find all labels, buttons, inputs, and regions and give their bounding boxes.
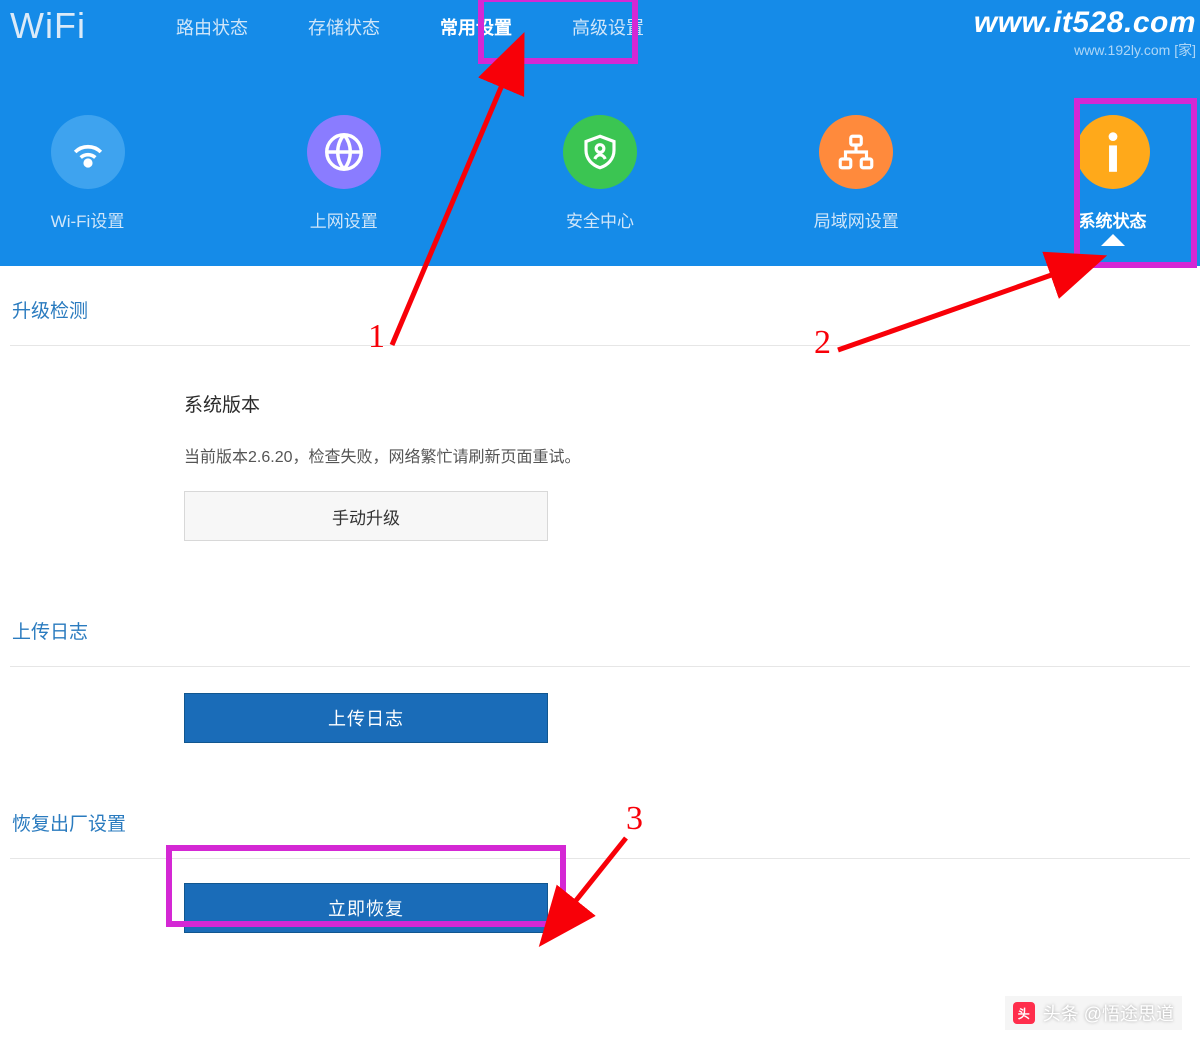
bottom-watermark: 头 头条 @悟途思道 <box>1005 996 1182 1030</box>
nav-common-settings[interactable]: 常用设置 <box>410 0 542 52</box>
info-icon <box>1076 115 1150 189</box>
section-title-upgrade: 升级检测 <box>10 266 1190 346</box>
brand-logo: WiFi <box>10 5 86 47</box>
annotation-number-3: 3 <box>626 800 643 838</box>
annotation-number-1: 1 <box>368 318 385 356</box>
header: WiFi 路由状态 存储状态 常用设置 高级设置 www.it528.com w… <box>0 0 1200 266</box>
globe-icon <box>307 115 381 189</box>
nav-storage-status[interactable]: 存储状态 <box>278 0 410 52</box>
section-body-factory: 立即恢复 <box>10 859 1190 933</box>
nav-router-status[interactable]: 路由状态 <box>146 0 278 52</box>
manual-upgrade-button[interactable]: 手动升级 <box>184 491 548 541</box>
icon-label: 安全中心 <box>566 207 634 232</box>
content: 升级检测 系统版本 当前版本2.6.20，检查失败，网络繁忙请刷新页面重试。 手… <box>0 266 1200 933</box>
toutiao-icon: 头 <box>1013 1002 1035 1024</box>
section-body-log: 上传日志 <box>10 667 1190 779</box>
active-indicator-icon <box>1101 234 1125 246</box>
section-body-upgrade: 系统版本 当前版本2.6.20，检查失败，网络繁忙请刷新页面重试。 手动升级 <box>10 346 1190 587</box>
wifi-icon <box>51 115 125 189</box>
upload-log-button[interactable]: 上传日志 <box>184 693 548 743</box>
version-info-text: 当前版本2.6.20，检查失败，网络繁忙请刷新页面重试。 <box>184 443 1190 467</box>
icon-item-lan[interactable]: 局域网设置 <box>799 115 914 232</box>
system-version-heading: 系统版本 <box>184 390 1190 417</box>
icon-item-security[interactable]: 安全中心 <box>543 115 658 232</box>
icon-item-system-status[interactable]: 系统状态 <box>1055 115 1170 232</box>
icon-label: 系统状态 <box>1079 207 1147 232</box>
icon-label: 上网设置 <box>310 207 378 232</box>
watermark-url: www.it528.com <box>974 6 1196 40</box>
section-title-log: 上传日志 <box>10 587 1190 667</box>
nav-items: 路由状态 存储状态 常用设置 高级设置 <box>146 0 674 52</box>
icon-item-wifi[interactable]: Wi-Fi设置 <box>30 115 145 232</box>
network-icon <box>819 115 893 189</box>
watermark-sub: www.192ly.com [家] <box>1074 40 1196 60</box>
nav-advanced-settings[interactable]: 高级设置 <box>542 0 674 52</box>
annotation-number-2: 2 <box>814 324 831 362</box>
shield-icon <box>563 115 637 189</box>
section-title-factory: 恢复出厂设置 <box>10 779 1190 859</box>
icon-label: 局域网设置 <box>814 207 899 232</box>
icon-row: Wi-Fi设置 上网设置 安全中心 局域网设置 系统状态 <box>0 100 1200 232</box>
icon-item-internet[interactable]: 上网设置 <box>286 115 401 232</box>
icon-label: Wi-Fi设置 <box>51 207 125 232</box>
factory-reset-button[interactable]: 立即恢复 <box>184 883 548 933</box>
bottom-watermark-text: 头条 @悟途思道 <box>1043 1000 1174 1026</box>
